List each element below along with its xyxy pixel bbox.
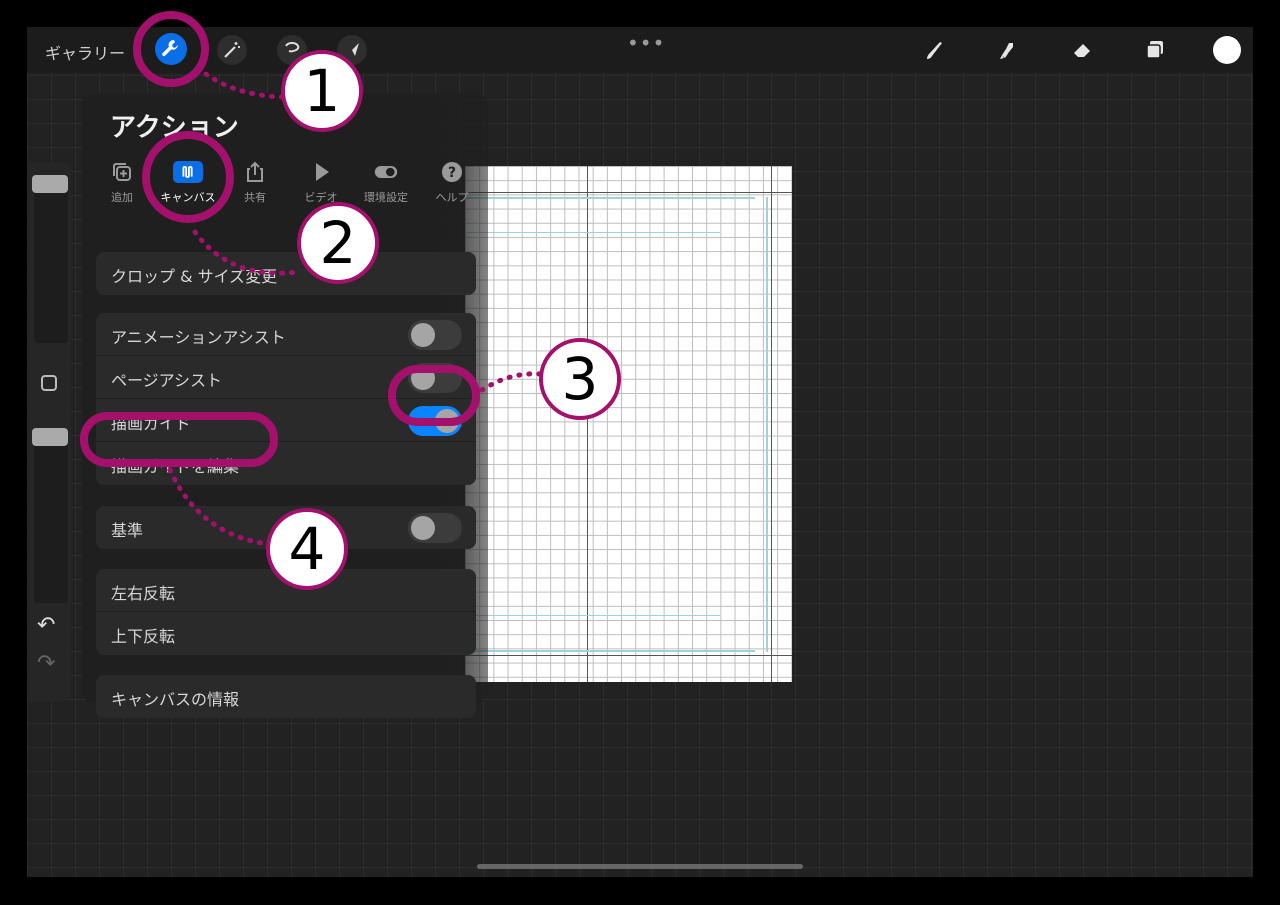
svg-text:?: ? [448,165,456,181]
page-assist-toggle[interactable] [408,363,462,393]
tab-label: 追加 [111,191,133,204]
redo-icon[interactable]: ↷ [37,651,55,676]
item-label: 左右反転 [111,584,176,603]
color-swatch[interactable] [1213,36,1241,64]
tab-add[interactable]: 追加 [91,159,153,205]
canvas-guide-line [587,166,588,682]
step-number-3: 3 [539,338,621,420]
animation-assist-item: アニメーションアシスト [96,313,476,356]
tab-label: キャンバス [160,191,216,204]
canvas-guide-line [771,166,772,682]
share-icon [224,159,286,185]
tab-share[interactable]: 共有 [224,159,286,205]
undo-icon[interactable]: ↶ [37,613,55,638]
tab-help[interactable]: ? ヘルプ [421,159,483,205]
smudge-icon[interactable] [993,35,1023,65]
play-icon [290,159,352,185]
panel-title: アクション [110,113,239,143]
help-icon: ? [421,159,483,185]
brush-size-thumb[interactable] [32,175,68,193]
crop-resize-item[interactable]: クロップ & サイズ変更 [96,252,476,295]
layers-icon[interactable] [1140,35,1170,65]
add-icon [91,159,153,185]
bleed-line [465,650,755,652]
animation-assist-toggle[interactable] [408,320,462,350]
magic-wand-icon[interactable] [217,35,247,65]
item-label: 基準 [111,521,144,540]
step-number-2: 2 [297,202,379,284]
canvas-icon [157,159,219,185]
item-label: 描画ガイド [111,414,192,433]
tab-label: 環境設定 [364,191,408,204]
canvas-info-item[interactable]: キャンバスの情報 [96,675,476,718]
more-dots-icon[interactable]: ••• [627,31,665,55]
drawing-guide-item: 描画ガイド [96,399,476,442]
canvas-guide-line [465,655,792,656]
edit-drawing-guide-item[interactable]: 描画ガイドを編集 [96,442,476,485]
tab-label: 共有 [244,191,266,204]
left-sidebar: ↶ ↷ [29,163,71,701]
home-indicator [477,864,803,869]
step-number-1: 1 [281,50,363,132]
modify-button[interactable] [41,375,57,391]
item-label: アニメーションアシスト [111,328,286,347]
reference-toggle[interactable] [408,513,462,543]
wrench-icon[interactable] [155,33,187,65]
prefs-toggle-icon [355,159,417,185]
bleed-line [766,197,768,652]
opacity-slider[interactable] [32,428,68,603]
item-label: クロップ & サイズ変更 [111,267,278,286]
item-label: 上下反転 [111,627,176,646]
safe-line [465,232,720,233]
brush-size-slider[interactable] [32,175,68,343]
actions-panel: アクション 追加 キャンバス 共有 ビデオ 環境設定 ? ヘルプ クロップ & … [82,93,488,718]
item-label: ページアシスト [111,371,223,390]
tab-canvas[interactable]: キャンバス [157,159,219,205]
drawing-canvas[interactable] [465,166,792,682]
top-toolbar: ギャラリー ••• [27,27,1253,73]
item-label: キャンバスの情報 [111,690,240,709]
tab-preferences[interactable]: 環境設定 [355,159,417,205]
flip-vertical-item[interactable]: 上下反転 [96,612,476,655]
procreate-screen: ギャラリー ••• ↶ ↷ アクション 追加 キャンバス 共有 ビデオ 環境設定… [27,27,1253,877]
item-label: 描画ガイドを編集 [111,457,240,476]
opacity-thumb[interactable] [32,428,68,446]
safe-line [465,615,720,616]
page-assist-item: ページアシスト [96,356,476,399]
tab-label: ヘルプ [435,191,469,204]
canvas-guide-line [465,192,792,193]
bleed-line [465,197,755,199]
brush-icon[interactable] [920,35,950,65]
drawing-guide-toggle[interactable] [408,406,462,436]
gallery-button[interactable]: ギャラリー [45,40,125,64]
eraser-icon[interactable] [1067,35,1097,65]
tab-video[interactable]: ビデオ [290,159,352,205]
step-number-4: 4 [266,508,348,590]
